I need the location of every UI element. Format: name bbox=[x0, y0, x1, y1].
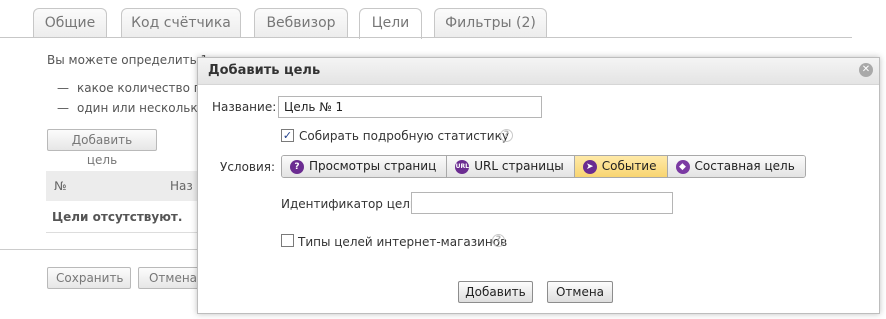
composite-goal-icon: ◆ bbox=[675, 159, 690, 174]
url-icon: URL bbox=[455, 159, 470, 174]
goal-name-input[interactable] bbox=[278, 96, 542, 118]
dialog-cancel-button[interactable]: Отмена bbox=[547, 281, 613, 303]
condition-event[interactable]: ➤ Событие bbox=[574, 156, 668, 177]
divider bbox=[0, 249, 210, 250]
add-goal-button[interactable]: Добавить цель bbox=[47, 129, 157, 167]
close-icon[interactable]: ✕ bbox=[859, 63, 873, 77]
empty-table-message: Цели отсутствуют. bbox=[46, 201, 206, 233]
goal-id-input[interactable] bbox=[411, 192, 673, 214]
cursor-icon: ➤ bbox=[582, 159, 597, 174]
help-icon[interactable]: ? bbox=[500, 129, 513, 142]
tab-general[interactable]: Общие bbox=[33, 8, 107, 38]
page-views-icon: ? bbox=[290, 159, 304, 174]
tab-counter-code[interactable]: Код счётчика bbox=[121, 8, 241, 38]
list-item: — какое количество пр bbox=[57, 81, 210, 95]
conditions-label: Условия: bbox=[220, 160, 276, 174]
ecommerce-checkbox[interactable] bbox=[281, 234, 294, 247]
save-button[interactable]: Сохранить bbox=[47, 267, 131, 289]
list-item: — один или несколько bbox=[57, 101, 205, 115]
tab-filters[interactable]: Фильтры (2) bbox=[434, 8, 547, 38]
tabs-divider bbox=[0, 37, 852, 38]
tab-webvisor[interactable]: Вебвизор bbox=[254, 8, 348, 38]
tab-goals[interactable]: Цели bbox=[359, 8, 422, 39]
detailed-stats-checkbox[interactable]: ✓ bbox=[281, 129, 294, 142]
condition-composite[interactable]: ◆ Составная цель bbox=[667, 156, 805, 177]
intro-text: Вы можете определить 1 bbox=[47, 53, 209, 67]
goals-table: № Наз Цели отсутствуют. bbox=[46, 171, 206, 233]
column-number-header: № bbox=[54, 179, 67, 193]
condition-page-views[interactable]: ? Просмотры страниц bbox=[282, 156, 448, 177]
column-name-header: Наз bbox=[170, 179, 193, 193]
ecommerce-label: Типы целей интернет-магазинов bbox=[298, 235, 508, 249]
detailed-stats-label: Собирать подробную статистику bbox=[299, 129, 509, 143]
add-goal-dialog: Добавить цель ✕ Название: ✓ Собирать под… bbox=[197, 57, 880, 314]
help-icon[interactable]: ? bbox=[492, 234, 505, 247]
goal-id-label: Идентификатор цели: bbox=[281, 197, 422, 211]
table-header: № Наз bbox=[46, 171, 206, 201]
dialog-header: Добавить цель ✕ bbox=[198, 58, 879, 85]
add-button[interactable]: Добавить bbox=[458, 281, 533, 303]
condition-url[interactable]: URL URL страницы bbox=[447, 156, 575, 177]
goal-name-label: Название: bbox=[212, 100, 277, 114]
condition-type-switch: ? Просмотры страниц URL URL страницы ➤ С… bbox=[281, 155, 806, 178]
dialog-title: Добавить цель bbox=[208, 63, 321, 78]
